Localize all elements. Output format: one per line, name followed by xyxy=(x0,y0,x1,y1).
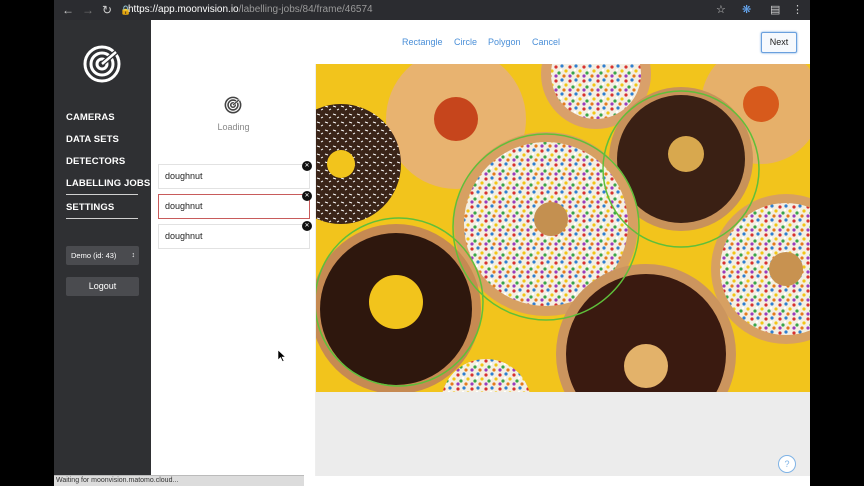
workspace-select-value: Demo (id: 43) xyxy=(71,251,117,260)
annotation-canvas[interactable] xyxy=(316,64,810,392)
sidebar-item-data-sets[interactable]: DATA SETS xyxy=(66,133,140,155)
annotation-toolbar: Rectangle Circle Polygon Cancel Next xyxy=(151,20,810,64)
reload-icon[interactable]: ↻ xyxy=(102,2,112,18)
sidebar-item-detectors[interactable]: DETECTORS xyxy=(66,155,140,177)
sidebar-item-settings[interactable]: SETTINGS xyxy=(66,201,140,218)
loading-text: Loading xyxy=(217,122,250,132)
rectangle-tool-button[interactable]: Rectangle xyxy=(402,37,443,47)
sidebar: CAMERAS DATA SETS DETECTORS LABELLING JO… xyxy=(54,20,151,486)
printer-icon[interactable]: ▤ xyxy=(770,2,780,18)
sidebar-divider xyxy=(66,194,138,195)
label-input[interactable]: doughnut xyxy=(158,194,310,219)
app-frame: ← → ↻ 🔒 https://app.moonvision.io/labell… xyxy=(54,0,810,486)
next-button[interactable]: Next xyxy=(761,32,797,53)
label-input[interactable]: doughnut xyxy=(158,164,310,189)
back-icon[interactable]: ← xyxy=(62,2,74,18)
sidebar-menu: CAMERAS DATA SETS DETECTORS LABELLING JO… xyxy=(66,111,150,219)
remove-label-icon[interactable]: ✕ xyxy=(302,191,312,201)
mouse-cursor-icon xyxy=(278,350,286,362)
status-bar: Waiting for moonvision.matomo.cloud... xyxy=(54,475,304,486)
loading-logo-icon xyxy=(224,96,242,114)
sidebar-item-labelling-jobs[interactable]: LABELLING JOBS xyxy=(66,177,150,194)
select-arrows-icon: ↕ xyxy=(131,252,136,259)
workspace-select[interactable]: Demo (id: 43) ↕ xyxy=(66,246,139,265)
extension-icon[interactable]: ❋ xyxy=(742,2,751,18)
polygon-tool-button[interactable]: Polygon xyxy=(488,37,521,47)
label-panel: Loading doughnut ✕ doughnut ✕ doughnut ✕ xyxy=(151,64,316,476)
doughnut-photo xyxy=(316,64,810,392)
url-path: /labelling-jobs/84/frame/46574 xyxy=(238,4,373,15)
cancel-button[interactable]: Cancel xyxy=(532,37,560,47)
remove-label-icon[interactable]: ✕ xyxy=(302,221,312,231)
address-bar[interactable]: https://app.moonvision.io/labelling-jobs… xyxy=(128,2,373,18)
remove-label-icon[interactable]: ✕ xyxy=(302,161,312,171)
sidebar-item-cameras[interactable]: CAMERAS xyxy=(66,111,140,133)
star-icon[interactable]: ☆ xyxy=(716,2,726,18)
moonvision-logo-icon[interactable] xyxy=(82,44,122,84)
sidebar-divider xyxy=(66,218,138,219)
circle-tool-button[interactable]: Circle xyxy=(454,37,477,47)
forward-icon[interactable]: → xyxy=(82,2,94,18)
browser-toolbar: ← → ↻ 🔒 https://app.moonvision.io/labell… xyxy=(54,0,810,20)
more-menu-icon[interactable]: ⋮ xyxy=(792,2,803,18)
label-input[interactable]: doughnut xyxy=(158,224,310,249)
help-button[interactable]: ? xyxy=(778,455,796,473)
canvas-empty-area xyxy=(316,392,810,476)
logout-button[interactable]: Logout xyxy=(66,277,139,296)
url-host: https://app.moonvision.io xyxy=(128,4,239,15)
